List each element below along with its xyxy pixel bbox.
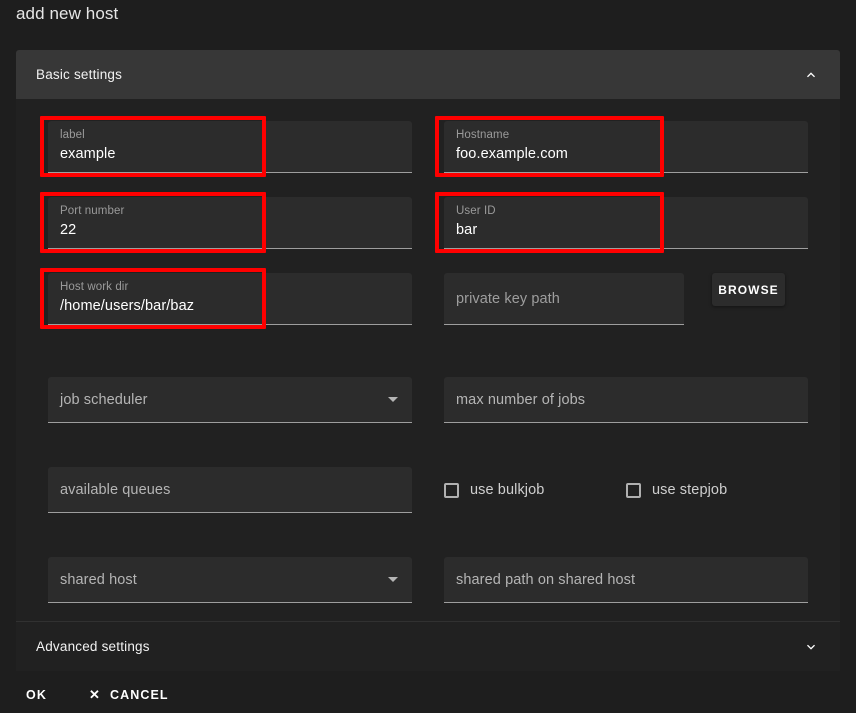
- form-row-4: job scheduler max number of jobs: [32, 363, 824, 433]
- form-col-host-work-dir: Host work dir /home/users/bar/baz: [32, 259, 428, 335]
- shared-path-field[interactable]: shared path on shared host: [444, 557, 808, 603]
- basic-settings-body: label example Hostname foo.example.com P…: [16, 99, 840, 641]
- shared-path-input[interactable]: shared path on shared host: [444, 557, 808, 603]
- hostname-field-label: Hostname: [456, 129, 510, 141]
- checkbox-unchecked-icon[interactable]: [626, 482, 641, 498]
- form-row-2: Port number 22 User ID bar: [32, 183, 824, 259]
- user-id-field-label: User ID: [456, 205, 496, 217]
- label-field-box[interactable]: label example: [48, 121, 412, 173]
- chevron-down-icon[interactable]: [802, 638, 820, 656]
- user-id-field[interactable]: User ID bar: [435, 192, 808, 253]
- private-key-path-field[interactable]: private key path: [444, 273, 684, 325]
- private-key-path-field-box[interactable]: private key path: [444, 273, 684, 325]
- host-work-dir-field-box[interactable]: Host work dir /home/users/bar/baz: [48, 273, 412, 325]
- advanced-settings-title: Advanced settings: [36, 639, 150, 654]
- max-number-of-jobs-input[interactable]: max number of jobs: [444, 377, 808, 423]
- form-col-shared-host: shared host: [32, 543, 428, 613]
- max-number-of-jobs-placeholder: max number of jobs: [456, 391, 586, 408]
- browse-button[interactable]: BROWSE: [712, 273, 785, 306]
- shared-host-select[interactable]: shared host: [48, 557, 412, 603]
- max-number-of-jobs-field[interactable]: max number of jobs: [444, 377, 808, 423]
- host-work-dir-field-value: /home/users/bar/baz: [60, 298, 195, 314]
- hostname-field-value: foo.example.com: [456, 146, 568, 162]
- port-number-field[interactable]: Port number 22: [40, 192, 412, 253]
- checkbox-unchecked-icon[interactable]: [444, 482, 459, 498]
- available-queues-input[interactable]: available queues: [48, 467, 412, 513]
- shared-host-placeholder: shared host: [60, 571, 137, 588]
- form-row-1: label example Hostname foo.example.com: [32, 107, 824, 183]
- port-number-field-value: 22: [60, 222, 77, 238]
- port-number-field-label: Port number: [60, 205, 125, 217]
- dialog-actions: OK ✕ CANCEL: [0, 676, 856, 713]
- cancel-button[interactable]: ✕ CANCEL: [81, 684, 177, 706]
- checkbox-row: use bulkjob use stepjob: [444, 467, 808, 513]
- chevron-down-icon[interactable]: [388, 397, 398, 402]
- port-number-field-box[interactable]: Port number 22: [48, 197, 412, 249]
- ok-button-label: OK: [26, 687, 47, 702]
- host-work-dir-field[interactable]: Host work dir /home/users/bar/baz: [40, 268, 412, 329]
- form-col-shared-path: shared path on shared host: [428, 543, 824, 613]
- user-id-field-value: bar: [456, 222, 478, 238]
- label-field-value: example: [60, 146, 116, 162]
- use-bulkjob-checkbox[interactable]: use bulkjob: [444, 482, 626, 498]
- form-col-user-id: User ID bar: [428, 183, 824, 259]
- host-work-dir-field-label: Host work dir: [60, 281, 129, 293]
- form-col-available-queues: available queues: [32, 453, 428, 523]
- use-stepjob-checkbox[interactable]: use stepjob: [626, 482, 808, 498]
- user-id-field-box[interactable]: User ID bar: [444, 197, 808, 249]
- job-scheduler-select[interactable]: job scheduler: [48, 377, 412, 423]
- shared-path-placeholder: shared path on shared host: [456, 571, 636, 588]
- label-field-label: label: [60, 129, 85, 141]
- form-row-3: Host work dir /home/users/bar/baz privat…: [32, 259, 824, 335]
- hostname-field[interactable]: Hostname foo.example.com: [435, 116, 808, 177]
- form-col-hostname: Hostname foo.example.com: [428, 107, 824, 183]
- form-col-checkboxes: use bulkjob use stepjob: [428, 453, 824, 523]
- basic-settings-panel: Basic settings label example Hostname fo…: [16, 50, 840, 641]
- browse-button-wrap: BROWSE: [712, 273, 808, 306]
- job-scheduler-field[interactable]: job scheduler: [48, 377, 412, 423]
- close-x-icon: ✕: [88, 687, 101, 702]
- form-col-private-key: private key path BROWSE: [428, 259, 824, 335]
- use-bulkjob-label: use bulkjob: [470, 482, 545, 498]
- form-row-6: shared host shared path on shared host: [32, 543, 824, 613]
- job-scheduler-placeholder: job scheduler: [60, 391, 148, 408]
- ok-button[interactable]: OK: [18, 684, 55, 706]
- use-stepjob-label: use stepjob: [652, 482, 728, 498]
- shared-host-field[interactable]: shared host: [48, 557, 412, 603]
- advanced-settings-panel: Advanced settings: [16, 621, 840, 671]
- page-title: add new host: [16, 4, 119, 23]
- available-queues-placeholder: available queues: [60, 481, 171, 498]
- available-queues-field[interactable]: available queues: [48, 467, 412, 513]
- chevron-down-icon[interactable]: [388, 577, 398, 582]
- form-col-job-scheduler: job scheduler: [32, 363, 428, 433]
- form-row-5: available queues use bulkjob use stepjob: [32, 453, 824, 523]
- cancel-button-label: CANCEL: [109, 687, 169, 702]
- form-col-max-jobs: max number of jobs: [428, 363, 824, 433]
- basic-settings-title: Basic settings: [36, 67, 123, 82]
- label-field[interactable]: label example: [40, 116, 412, 177]
- chevron-up-icon[interactable]: [802, 66, 820, 84]
- add-new-host-dialog: add new host Basic settings label exampl…: [0, 0, 856, 713]
- form-col-port: Port number 22: [32, 183, 428, 259]
- basic-settings-header[interactable]: Basic settings: [16, 50, 840, 99]
- hostname-field-box[interactable]: Hostname foo.example.com: [444, 121, 808, 173]
- advanced-settings-header[interactable]: Advanced settings: [16, 621, 840, 671]
- form-col-label: label example: [32, 107, 428, 183]
- private-key-path-placeholder: private key path: [456, 290, 560, 307]
